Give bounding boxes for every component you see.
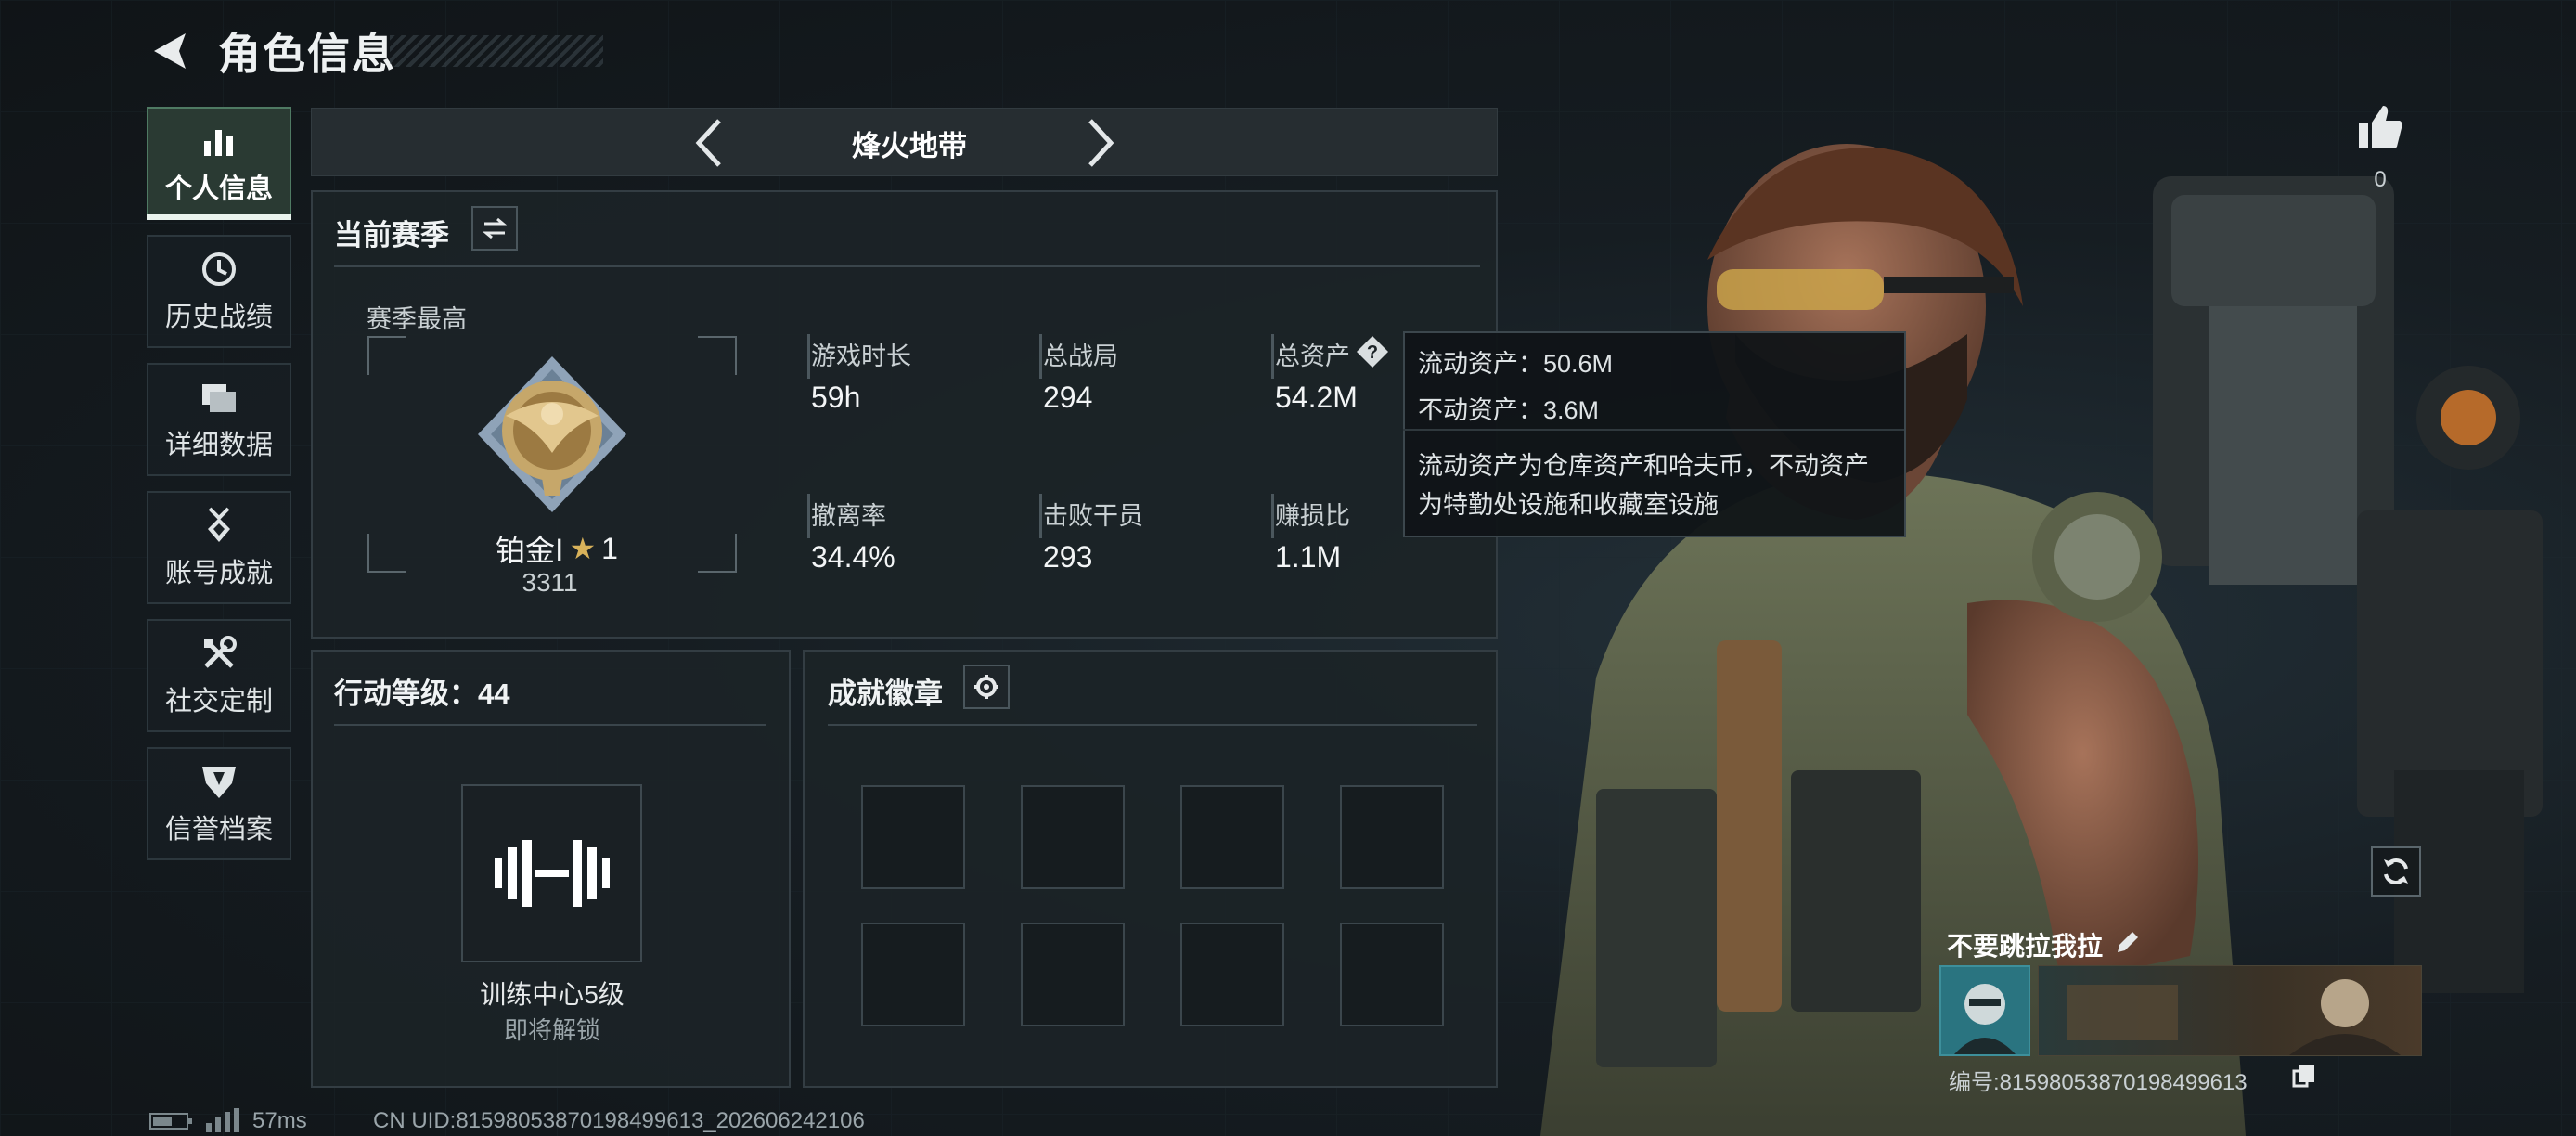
rank-name: 铂金Ⅰ <box>496 534 564 567</box>
stat-label-kills: 击败干员 <box>1043 502 1143 530</box>
tooltip-fixed-assets: 不动资产：3.6M <box>1418 396 1600 424</box>
swap-icon <box>482 217 508 239</box>
title-decoration <box>390 35 603 67</box>
nav-item-match-history[interactable]: 历史战绩 <box>147 235 291 348</box>
action-level-title: 行动等级：44 <box>334 678 510 710</box>
training-center-card[interactable] <box>461 784 642 962</box>
achievements-settings-button[interactable] <box>963 665 1010 709</box>
frame-corner <box>367 534 406 573</box>
badge-slot[interactable] <box>1021 785 1125 889</box>
refresh-icon <box>2384 858 2408 884</box>
frame-corner <box>698 534 737 573</box>
nav-label: 信誉档案 <box>164 815 273 845</box>
shield-badge-icon <box>202 767 236 798</box>
medal-icon <box>208 507 230 542</box>
battery-icon <box>149 1113 192 1130</box>
nav-item-achievements[interactable]: 账号成就 <box>147 491 291 604</box>
rotate-model-button[interactable] <box>2371 846 2421 897</box>
gear-icon <box>974 675 998 699</box>
banner-art <box>2067 979 2401 1055</box>
chevron-right-icon[interactable] <box>1081 115 1118 171</box>
tools-icon <box>204 636 237 668</box>
tooltip-liquid-assets: 流动资产：50.6M <box>1418 350 1614 378</box>
stat-value-total-assets: 54.2M <box>1275 381 1358 414</box>
stat-label-profit-ratio: 赚损比 <box>1275 502 1350 530</box>
tooltip-desc-2: 为特勤处设施和收藏室设施 <box>1418 491 1719 519</box>
season-switch-button[interactable] <box>471 206 518 251</box>
season-title: 当前赛季 <box>334 219 449 252</box>
like-count: 0 <box>2374 167 2387 192</box>
tooltip-divider <box>1403 429 1904 431</box>
season-divider <box>334 265 1480 267</box>
stat-label-playtime: 游戏时长 <box>811 342 911 370</box>
mode-title: 烽火地带 <box>852 130 967 162</box>
badge-slot[interactable] <box>1340 785 1444 889</box>
stat-label-total-matches: 总战局 <box>1043 342 1118 370</box>
stat-divider <box>1271 334 1274 379</box>
nav-item-social-customize[interactable]: 社交定制 <box>147 619 291 732</box>
bar-chart-icon <box>204 130 233 156</box>
svg-text:?: ? <box>1367 342 1378 363</box>
edit-pencil-icon[interactable] <box>2114 928 2142 956</box>
stat-label-extract-rate: 撤离率 <box>811 502 886 530</box>
platinum-rank-emblem <box>478 356 626 512</box>
training-center-label: 训练中心5级 <box>480 980 625 1009</box>
frame-corner <box>698 336 737 375</box>
stat-divider <box>1039 494 1042 538</box>
player-id: 编号:81598053870198499613 <box>1949 1070 2248 1095</box>
rank-score: 3311 <box>522 568 578 597</box>
action-divider <box>334 724 766 726</box>
help-icon[interactable]: ? <box>1355 334 1390 369</box>
player-avatar[interactable] <box>1939 965 2030 1056</box>
ping-value: 57ms <box>252 1108 307 1133</box>
rank-line: 铂金Ⅰ ★ 1 <box>483 527 631 570</box>
uid-text: CN UID:81598053870198499613_202606242106 <box>373 1108 865 1133</box>
nav-label: 社交定制 <box>164 687 273 716</box>
page-title: 角色信息 <box>218 30 396 78</box>
badge-slot[interactable] <box>1180 923 1284 1026</box>
stat-divider <box>807 334 810 379</box>
star-icon: ★ <box>569 532 597 565</box>
nav-item-personal-info[interactable]: 个人信息 <box>147 107 291 220</box>
nav-item-credit-record[interactable]: 信誉档案 <box>147 747 291 860</box>
badge-slot[interactable] <box>1180 785 1284 889</box>
history-clock-icon <box>202 252 236 286</box>
badge-slot[interactable] <box>1340 923 1444 1026</box>
signal-icon <box>206 1108 239 1132</box>
stat-value-playtime: 59h <box>811 381 861 414</box>
dumbbell-icon <box>494 840 610 907</box>
rank-stars: 1 <box>601 531 618 565</box>
chevron-left-icon[interactable] <box>691 115 728 171</box>
thumbs-up-icon[interactable] <box>2355 102 2405 152</box>
badge-slot[interactable] <box>861 923 965 1026</box>
training-center-sub: 即将解锁 <box>503 1016 600 1044</box>
nav-label: 详细数据 <box>164 431 273 460</box>
player-name: 不要跳拉我拉 <box>1947 932 2104 961</box>
stat-divider <box>807 494 810 538</box>
back-arrow-icon[interactable] <box>148 28 195 74</box>
achievements-divider <box>828 724 1477 726</box>
badge-slot[interactable] <box>1021 923 1125 1026</box>
stat-label-total-assets: 总资产 <box>1275 342 1350 370</box>
player-banner[interactable] <box>2038 965 2422 1056</box>
avatar-portrait <box>1954 984 2016 1054</box>
season-highest-label: 赛季最高 <box>367 305 467 333</box>
stat-divider <box>1039 334 1042 379</box>
achievements-title: 成就徽章 <box>828 678 943 710</box>
stat-value-total-matches: 294 <box>1043 381 1093 414</box>
nav-label: 个人信息 <box>164 174 273 204</box>
stat-divider <box>1271 494 1274 538</box>
nav-item-detailed-data[interactable]: 详细数据 <box>147 363 291 476</box>
tooltip-desc-1: 流动资产为仓库资产和哈夫币，不动资产 <box>1418 452 1869 480</box>
sidebar-nav: 个人信息 历史战绩 详细数据 账号成就 社交定制 信誉档案 <box>147 107 293 875</box>
frame-corner <box>367 336 406 375</box>
nav-label: 账号成就 <box>164 559 273 588</box>
stat-value-extract-rate: 34.4% <box>811 540 895 574</box>
copy-icon[interactable] <box>2292 1064 2316 1088</box>
folder-icon <box>202 384 236 412</box>
stat-value-profit-ratio: 1.1M <box>1275 540 1342 574</box>
nav-label: 历史战绩 <box>164 303 273 332</box>
badge-slot[interactable] <box>861 785 965 889</box>
stat-value-kills: 293 <box>1043 540 1093 574</box>
